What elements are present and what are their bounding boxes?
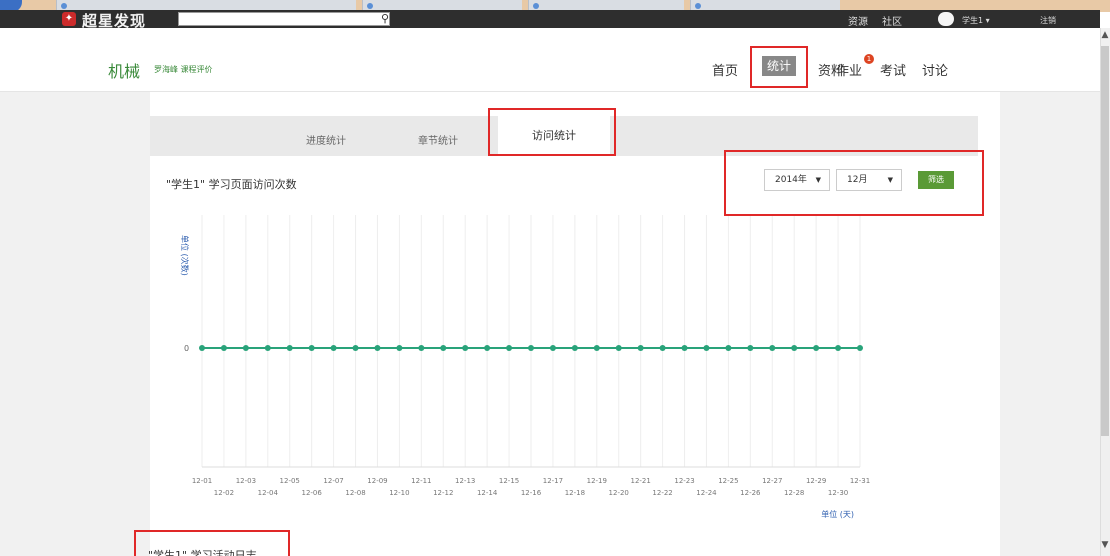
scroll-up-icon[interactable]: ▲ xyxy=(1100,30,1110,40)
x-tick-label: 12-21 xyxy=(630,477,650,485)
nav-homework-label: 作业 xyxy=(836,64,863,79)
scrollbar-thumb[interactable] xyxy=(1101,46,1109,436)
x-tick-label: 12-27 xyxy=(762,477,782,485)
x-tick-label: 12-05 xyxy=(280,477,300,485)
search-input[interactable] xyxy=(178,12,390,26)
data-point xyxy=(220,345,227,351)
data-point xyxy=(835,345,842,351)
x-tick-label: 12-02 xyxy=(214,489,234,497)
data-point xyxy=(681,345,688,351)
data-point xyxy=(462,345,469,351)
user-menu[interactable]: 学生1 ▾ xyxy=(962,15,990,26)
chart-title: "学生1" 学习页面访问次数 xyxy=(166,178,297,191)
x-tick-label: 12-15 xyxy=(499,477,519,485)
nav-discuss[interactable]: 讨论 xyxy=(922,60,948,79)
data-point xyxy=(813,345,820,351)
data-point xyxy=(769,345,776,351)
data-point xyxy=(374,345,381,351)
data-point xyxy=(199,345,205,351)
x-tick-label: 12-12 xyxy=(433,489,453,497)
data-point xyxy=(308,345,315,351)
data-point xyxy=(659,345,666,351)
x-tick-label: 12-04 xyxy=(258,489,279,497)
y-axis-label: 单位 (次数) xyxy=(180,235,190,276)
data-point xyxy=(571,345,578,351)
x-tick-label: 12-24 xyxy=(696,489,717,497)
x-tick-label: 12-09 xyxy=(367,477,387,485)
x-tick-label: 12-08 xyxy=(345,489,365,497)
data-point xyxy=(637,345,644,351)
x-tick-label: 12-30 xyxy=(828,489,848,497)
search-icon[interactable]: ⚲ xyxy=(378,12,392,26)
y-tick-label: 0 xyxy=(184,344,189,353)
data-point xyxy=(440,345,447,351)
x-tick-label: 12-14 xyxy=(477,489,498,497)
logout-link[interactable]: 注销 xyxy=(1040,15,1056,26)
logo-icon: ✦ xyxy=(62,12,76,26)
data-point xyxy=(418,345,425,351)
data-point xyxy=(857,345,863,351)
x-tick-label: 12-31 xyxy=(850,477,870,485)
x-tick-label: 12-20 xyxy=(609,489,629,497)
data-point xyxy=(615,345,622,351)
nav-homework[interactable]: 作业 xyxy=(836,60,862,79)
data-point xyxy=(352,345,359,351)
x-tick-label: 12-25 xyxy=(718,477,738,485)
course-title: 机械 xyxy=(108,62,141,81)
data-point xyxy=(506,345,513,351)
course-subtitle[interactable]: 罗海峰 课程评价 xyxy=(154,64,213,75)
data-point xyxy=(703,345,710,351)
x-tick-label: 12-03 xyxy=(236,477,256,485)
annotation-box-stats xyxy=(750,46,808,88)
topbar-link-community[interactable]: 社区 xyxy=(882,13,902,28)
x-tick-label: 12-23 xyxy=(674,477,694,485)
x-tick-label: 12-11 xyxy=(411,477,431,485)
x-tick-label: 12-28 xyxy=(784,489,804,497)
x-tick-label: 12-17 xyxy=(543,477,563,485)
data-point xyxy=(747,345,754,351)
data-point xyxy=(549,345,556,351)
x-tick-label: 12-13 xyxy=(455,477,475,485)
annotation-box-filters xyxy=(724,150,984,216)
x-tick-label: 12-10 xyxy=(389,489,409,497)
x-tick-label: 12-19 xyxy=(587,477,607,485)
homework-badge: 1 xyxy=(864,54,874,64)
x-tick-label: 12-01 xyxy=(192,477,212,485)
x-tick-label: 12-18 xyxy=(565,489,585,497)
data-point xyxy=(286,345,293,351)
tab-progress[interactable]: 进度统计 xyxy=(306,132,346,147)
data-point xyxy=(725,345,732,351)
data-point xyxy=(484,345,491,351)
data-point xyxy=(593,345,600,351)
site-topbar xyxy=(0,10,1100,28)
x-tick-label: 12-22 xyxy=(652,489,672,497)
scroll-down-icon[interactable]: ▼ xyxy=(1100,540,1110,550)
x-tick-label: 12-07 xyxy=(323,477,343,485)
data-point xyxy=(791,345,798,351)
data-point xyxy=(330,345,337,351)
tab-favicon-icon xyxy=(61,3,67,9)
x-tick-label: 12-29 xyxy=(806,477,826,485)
visits-line-chart: 单位 (次数)012-01 12-03 12-05 12-07 12-09 12-11 12… xyxy=(180,215,870,519)
data-point xyxy=(528,345,534,351)
data-point xyxy=(242,345,249,351)
tab-favicon-icon xyxy=(533,3,539,9)
annotation-box-log xyxy=(134,530,290,556)
x-tick-label: 12-16 xyxy=(521,489,542,497)
data-point xyxy=(396,345,403,351)
nav-home[interactable]: 首页 xyxy=(712,60,738,79)
nav-exam[interactable]: 考试 xyxy=(880,60,906,79)
tab-favicon-icon xyxy=(367,3,373,9)
tab-favicon-icon xyxy=(695,3,701,9)
x-axis-label: 单位 (天) xyxy=(821,509,854,519)
avatar[interactable] xyxy=(938,12,954,26)
x-tick-label: 12-26 xyxy=(740,489,761,497)
x-tick-label: 12-06 xyxy=(301,489,322,497)
topbar-link-resources[interactable]: 资源 xyxy=(848,13,868,28)
tab-chapter[interactable]: 章节统计 xyxy=(418,132,458,147)
data-point xyxy=(264,345,271,351)
annotation-box-visits-tab xyxy=(488,108,616,156)
